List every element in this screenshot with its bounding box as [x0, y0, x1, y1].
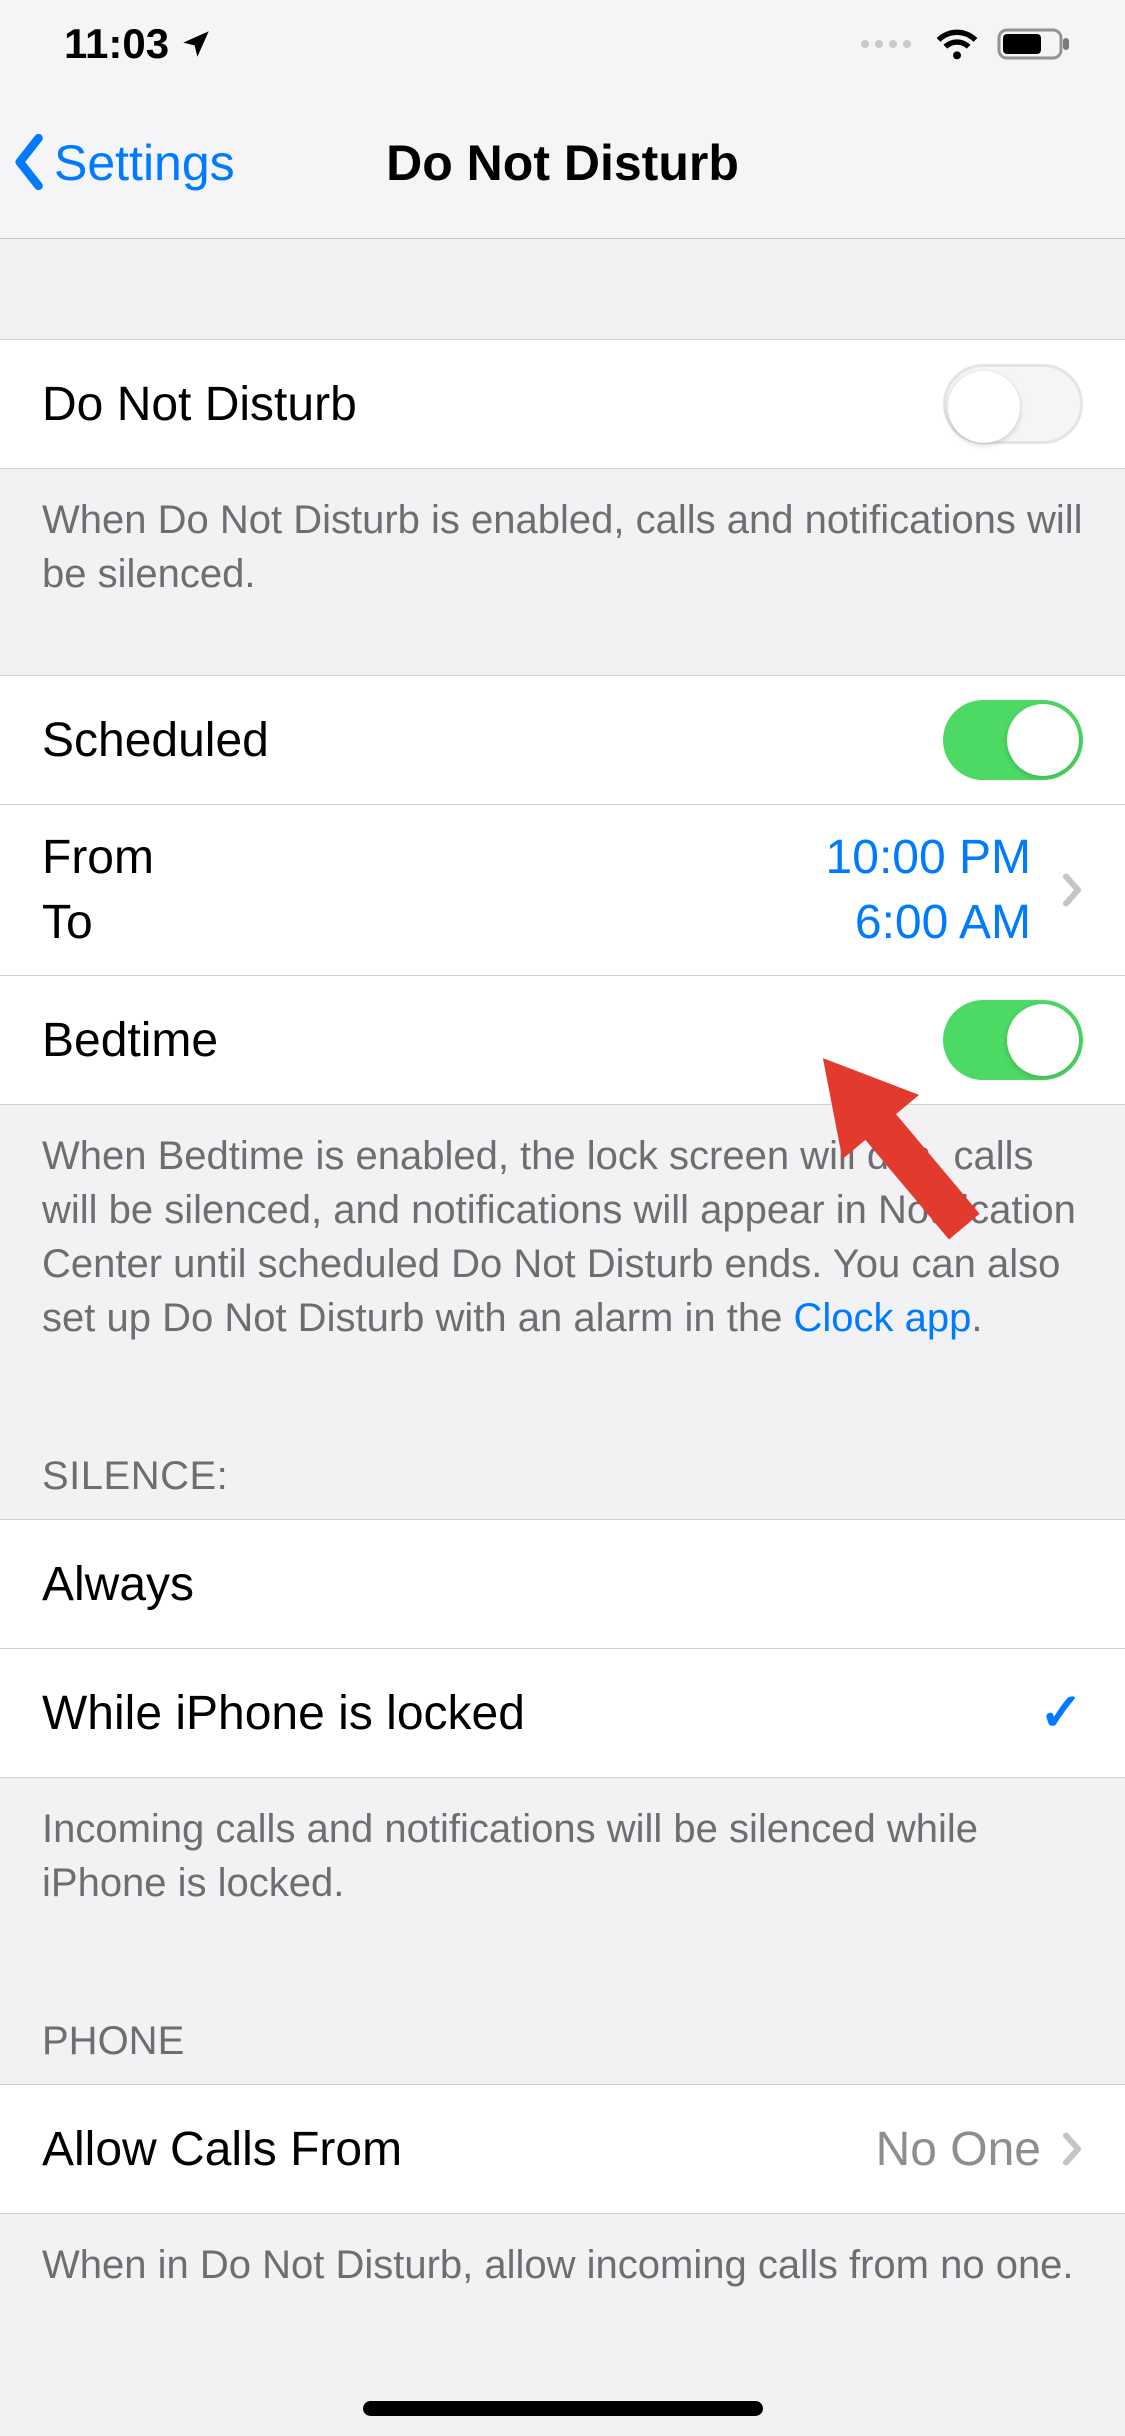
wifi-icon: [935, 26, 979, 62]
chevron-right-icon: [1031, 872, 1083, 908]
phone-header: PHONE: [0, 1934, 1125, 2084]
schedule-time-row[interactable]: From 10:00 PM To 6:00 AM: [0, 805, 1125, 976]
battery-icon: [997, 26, 1073, 62]
nav-bar: Settings Do Not Disturb: [0, 88, 1125, 239]
status-left: 11:03: [64, 20, 213, 68]
dnd-toggle-row[interactable]: Do Not Disturb: [0, 339, 1125, 469]
location-services-icon: [179, 27, 213, 61]
silence-always-label: Always: [42, 1557, 1083, 1612]
schedule-from-label: From: [42, 830, 826, 885]
bedtime-toggle-label: Bedtime: [42, 1013, 943, 1068]
settings-content: Do Not Disturb When Do Not Disturb is en…: [0, 239, 1125, 2316]
clock-app-link[interactable]: Clock app: [793, 1296, 971, 1340]
chevron-right-icon: [1061, 2131, 1083, 2167]
allow-calls-row[interactable]: Allow Calls From No One: [0, 2084, 1125, 2214]
silence-locked-row[interactable]: While iPhone is locked ✓: [0, 1649, 1125, 1778]
bedtime-footer: When Bedtime is enabled, the lock screen…: [0, 1105, 1125, 1369]
cellular-signal-dots-icon: [861, 40, 917, 48]
schedule-to-label: To: [42, 895, 855, 950]
phone-footer: When in Do Not Disturb, allow incoming c…: [0, 2214, 1125, 2316]
allow-calls-value: No One: [876, 2122, 1061, 2177]
bedtime-toggle-row[interactable]: Bedtime: [0, 976, 1125, 1105]
dnd-footer: When Do Not Disturb is enabled, calls an…: [0, 469, 1125, 625]
dnd-switch[interactable]: [943, 364, 1083, 444]
back-button[interactable]: Settings: [10, 88, 235, 238]
scheduled-switch[interactable]: [943, 700, 1083, 780]
allow-calls-label: Allow Calls From: [42, 2122, 876, 2177]
silence-header: SILENCE:: [0, 1369, 1125, 1519]
dnd-toggle-label: Do Not Disturb: [42, 377, 943, 432]
status-time: 11:03: [64, 20, 169, 68]
bedtime-footer-after: .: [971, 1296, 982, 1340]
bedtime-switch[interactable]: [943, 1000, 1083, 1080]
home-indicator[interactable]: [363, 2401, 763, 2416]
scheduled-toggle-row[interactable]: Scheduled: [0, 675, 1125, 805]
back-label: Settings: [54, 134, 235, 192]
scheduled-toggle-label: Scheduled: [42, 713, 943, 768]
status-bar: 11:03: [0, 0, 1125, 88]
silence-always-row[interactable]: Always: [0, 1519, 1125, 1649]
schedule-to-value: 6:00 AM: [855, 895, 1031, 950]
chevron-left-icon: [10, 133, 50, 193]
status-right: [861, 26, 1073, 62]
schedule-from-value: 10:00 PM: [826, 830, 1031, 885]
checkmark-icon: ✓: [1039, 1683, 1083, 1743]
silence-locked-label: While iPhone is locked: [42, 1686, 1039, 1741]
silence-footer: Incoming calls and notifications will be…: [0, 1778, 1125, 1934]
